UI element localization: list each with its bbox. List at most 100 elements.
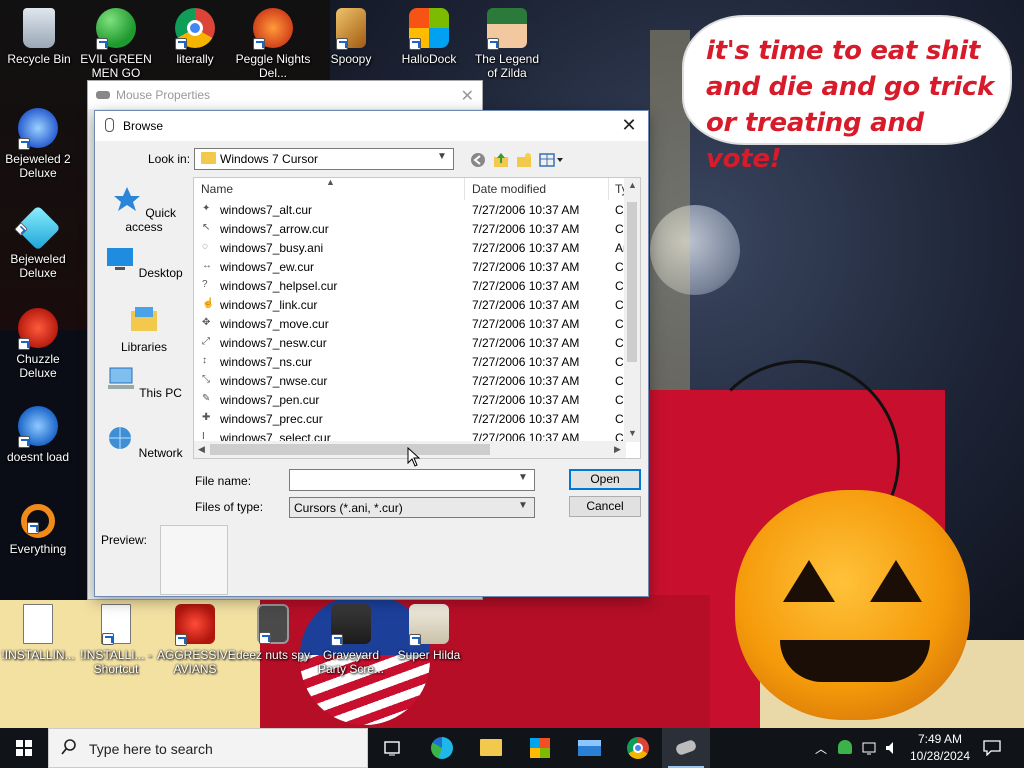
file-row[interactable]: ✥ windows7_move.cur 7/27/2006 10:37 AM Cu xyxy=(194,314,630,333)
file-row[interactable]: ? windows7_helpsel.cur 7/27/2006 10:37 AM C… xyxy=(194,276,630,295)
task-view-button[interactable] xyxy=(368,728,416,768)
desktop-icon-legend-of-zilda[interactable]: The Legend of Zilda xyxy=(469,8,545,80)
clock-date[interactable]: 10/28/2024 xyxy=(905,749,975,763)
desktop-icon-super-hilda[interactable]: Super Hilda xyxy=(391,604,467,662)
look-in-combo[interactable]: Windows 7 Cursor ▼ xyxy=(194,148,454,170)
mouse-properties-titlebar[interactable]: Mouse Properties ✕ xyxy=(88,81,482,109)
desktop-icon-graveyard[interactable]: Graveyard Party Scre... xyxy=(313,604,389,676)
taskbar-search-box[interactable]: Type here to search xyxy=(48,728,368,768)
desktop-icon-installing[interactable]: !INSTALLIN... xyxy=(0,604,76,662)
place-network[interactable]: Network xyxy=(105,425,183,460)
chevron-up-icon[interactable]: ︿ xyxy=(815,740,827,757)
speech-bubble: it's time to eat shit and die and go tri… xyxy=(684,17,1010,174)
file-row[interactable]: ✚ windows7_prec.cur 7/27/2006 10:37 AM Cu xyxy=(194,409,630,428)
file-name-cell: windows7_busy.ani xyxy=(220,241,324,255)
taskbar-mail[interactable] xyxy=(565,728,613,768)
desktop-icon-aggressive-avians[interactable]: AGGRESSIVE AVIANS xyxy=(157,604,236,676)
file-date-cell: 7/27/2006 10:37 AM xyxy=(472,279,580,293)
open-button[interactable]: Open xyxy=(569,469,641,490)
desktop-icon-label: Super Hilda xyxy=(397,648,461,662)
files-of-type-select[interactable]: Cursors (*.ani, *.cur) ▼ xyxy=(289,497,535,518)
taskbar: Type here to search ︿ 7:49 AM 10/28/2024 xyxy=(0,728,1024,768)
look-in-label: Look in: xyxy=(148,152,191,166)
column-header-date[interactable]: Date modified xyxy=(472,178,612,200)
notifications-icon[interactable] xyxy=(983,740,1001,756)
place-this-pc[interactable]: This PC xyxy=(105,365,183,400)
chevron-down-icon[interactable]: ▼ xyxy=(518,472,530,486)
files-of-type-value: Cursors (*.ani, *.cur) xyxy=(294,501,403,515)
place-desktop[interactable]: Desktop xyxy=(105,245,183,280)
desktop-icon-label: Peggle Nights Del... xyxy=(235,52,311,80)
desktop-icon-peggle[interactable]: Peggle Nights Del... xyxy=(235,8,311,80)
place-libraries[interactable]: Libraries xyxy=(105,305,183,354)
file-row[interactable]: ⤡ windows7_nwse.cur 7/27/2006 10:37 AM Cu xyxy=(194,371,630,390)
browse-dialog[interactable]: Browse ✕ Look in: Windows 7 Cursor ▼ Qui… xyxy=(94,110,649,597)
desktop-icon-chuzzle[interactable]: Chuzzle Deluxe xyxy=(0,308,76,380)
start-button[interactable] xyxy=(0,728,48,768)
file-date-cell: 7/27/2006 10:37 AM xyxy=(472,355,580,369)
view-menu-icon[interactable] xyxy=(539,151,565,169)
desktop-icon-literally[interactable]: literally xyxy=(157,8,233,66)
file-row[interactable]: ◌ windows7_busy.ani 7/27/2006 10:37 AM An xyxy=(194,238,630,257)
desktop-icon-everything[interactable]: Everything xyxy=(0,504,76,556)
task-view-icon xyxy=(384,741,400,756)
close-button[interactable]: ✕ xyxy=(618,114,640,136)
taskbar-file-explorer[interactable] xyxy=(467,728,515,768)
desktop-icon-doesnt-load[interactable]: doesnt load xyxy=(0,406,76,464)
taskbar-store[interactable] xyxy=(516,728,564,768)
desktop-icon-bejeweled2[interactable]: Bejeweled 2 Deluxe xyxy=(0,108,76,180)
scroll-left-icon[interactable]: ◀ xyxy=(198,444,205,455)
place-quick-access[interactable]: Quick access xyxy=(105,185,183,234)
file-row[interactable]: ⤢ windows7_nesw.cur 7/27/2006 10:37 AM Cu xyxy=(194,333,630,352)
gem-icon xyxy=(14,205,61,251)
scroll-down-icon[interactable]: ▼ xyxy=(628,428,637,438)
file-row[interactable]: ↔ windows7_ew.cur 7/27/2006 10:37 AM Cu xyxy=(194,257,630,276)
cursor-file-icon: ? xyxy=(202,279,208,290)
close-icon[interactable]: ✕ xyxy=(461,83,474,111)
back-icon[interactable] xyxy=(469,151,487,169)
file-row[interactable]: ↖ windows7_arrow.cur 7/27/2006 10:37 AM Cu xyxy=(194,219,630,238)
scroll-right-icon[interactable]: ▶ xyxy=(614,444,621,455)
file-row[interactable]: ↕ windows7_ns.cur 7/27/2006 10:37 AM Cu xyxy=(194,352,630,371)
windows-logo-icon xyxy=(16,740,32,756)
network-icon[interactable] xyxy=(862,740,878,756)
windows-stack-icon xyxy=(257,604,289,644)
vertical-scrollbar[interactable]: ▲ ▼ xyxy=(624,178,640,442)
cancel-button[interactable]: Cancel xyxy=(569,496,641,517)
desktop-icon-hallodock[interactable]: HalloDock xyxy=(391,8,467,66)
file-name-cell: windows7_pen.cur xyxy=(220,393,320,407)
cursor-file-icon: ↕ xyxy=(202,355,207,366)
desktop-icon-bejeweled[interactable]: Bejeweled Deluxe xyxy=(0,205,76,280)
horizontal-scroll-thumb[interactable] xyxy=(210,444,490,455)
volume-icon[interactable] xyxy=(884,740,900,756)
mail-icon xyxy=(578,740,601,756)
desktop-icon-spoopy[interactable]: Spoopy xyxy=(313,8,389,66)
vertical-scroll-thumb[interactable] xyxy=(627,202,637,362)
taskbar-chrome[interactable] xyxy=(614,728,662,768)
desktop-icon-recycle-bin[interactable]: Recycle Bin xyxy=(1,8,77,66)
file-name-label: File name: xyxy=(195,474,252,488)
file-row[interactable]: ✦ windows7_alt.cur 7/27/2006 10:37 AM Cu xyxy=(194,200,630,219)
column-separator xyxy=(608,178,609,200)
new-folder-icon[interactable] xyxy=(515,151,533,169)
up-folder-icon[interactable] xyxy=(492,151,510,169)
desktop-icon-installing-shortcut[interactable]: !INSTALLI... - Shortcut xyxy=(78,604,154,676)
desktop-icon-deez-nuts-spy[interactable]: deez nuts spy xyxy=(235,604,311,662)
mouse-icon xyxy=(96,91,110,99)
taskbar-edge[interactable] xyxy=(418,728,466,768)
file-name-input[interactable]: ▼ xyxy=(289,469,535,491)
file-name-cell: windows7_prec.cur xyxy=(220,412,323,426)
file-row[interactable]: ✎ windows7_pen.cur 7/27/2006 10:37 AM Cu xyxy=(194,390,630,409)
desktop-icon-evil-green-men[interactable]: EVIL GREEN MEN GO xyxy=(78,8,154,80)
file-row[interactable]: ☝ windows7_link.cur 7/27/2006 10:37 AM Cu xyxy=(194,295,630,314)
clock-time[interactable]: 7:49 AM xyxy=(905,732,975,746)
recycle-bin-icon xyxy=(23,8,55,48)
people-icon[interactable] xyxy=(838,740,852,754)
desktop-icon-label: EVIL GREEN MEN GO xyxy=(80,52,152,80)
scroll-up-icon[interactable]: ▲ xyxy=(628,180,637,190)
browse-titlebar[interactable]: Browse ✕ xyxy=(95,111,648,141)
preview-label: Preview: xyxy=(101,533,148,547)
taskbar-mouse-properties[interactable] xyxy=(662,728,710,768)
file-list[interactable]: Name ▲ Date modified Ty ✦ windows7_alt.cu… xyxy=(193,177,641,459)
green-men-icon xyxy=(96,8,136,50)
